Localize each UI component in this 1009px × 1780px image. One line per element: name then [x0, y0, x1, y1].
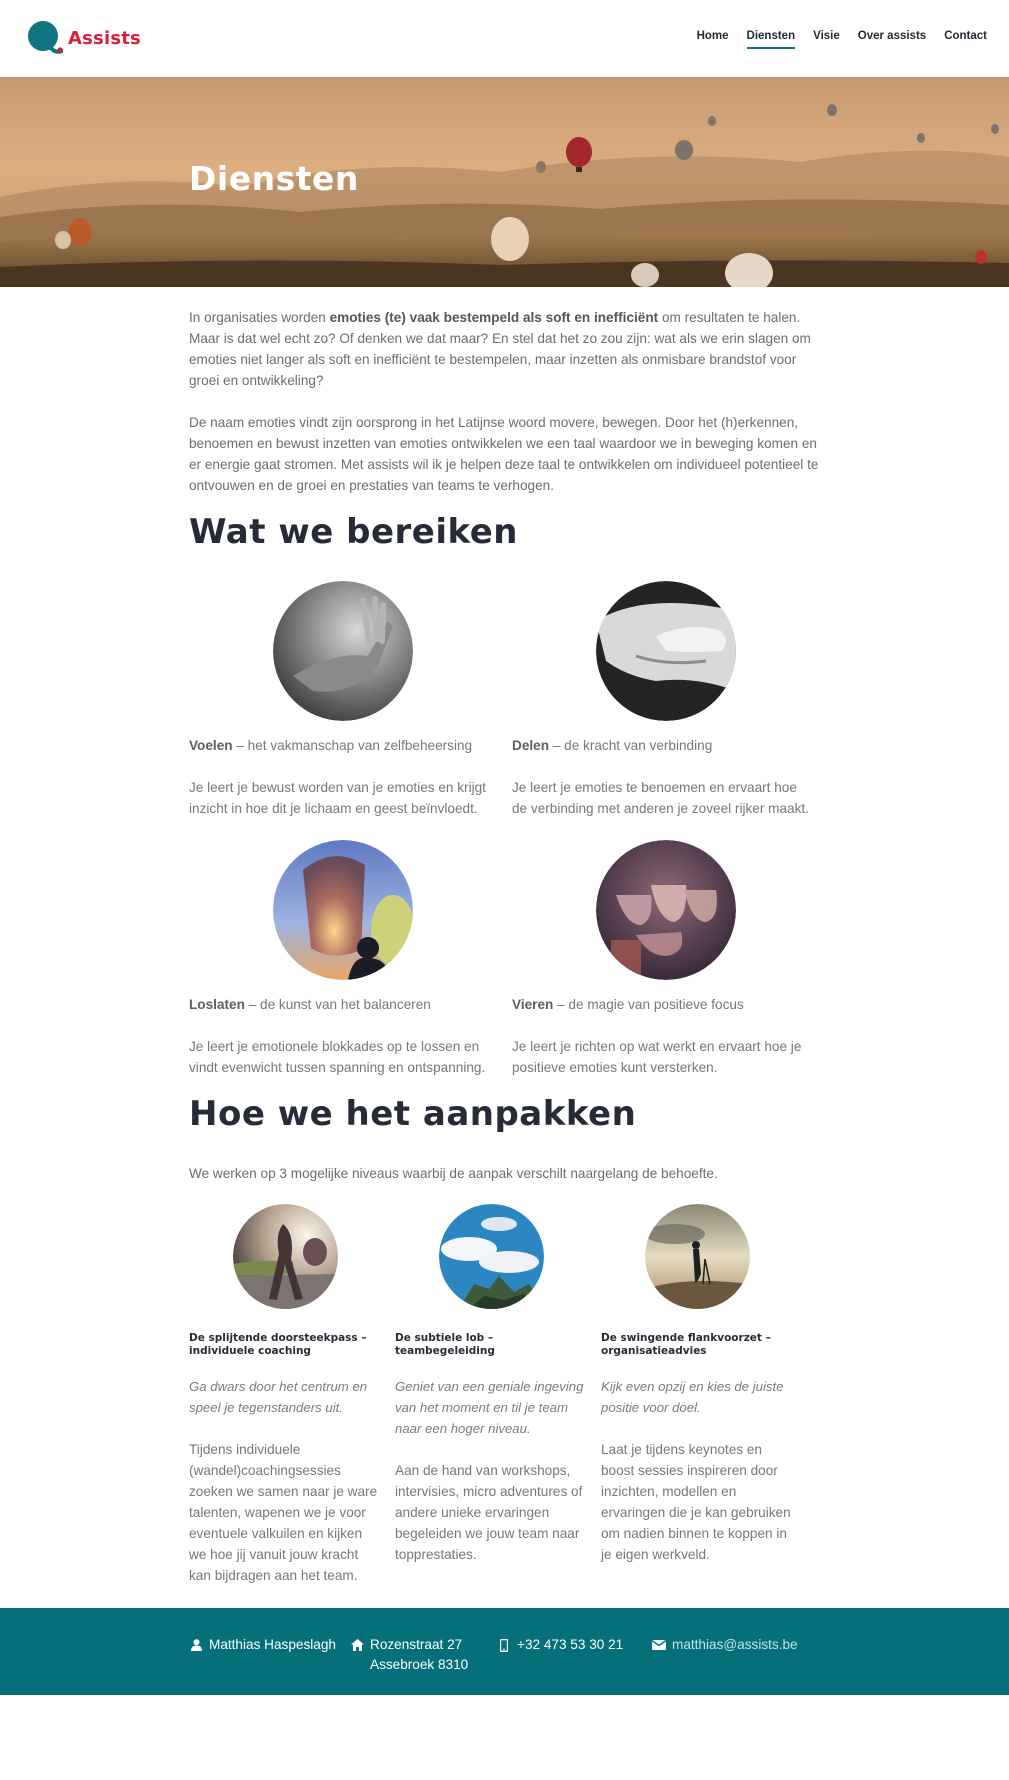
- nav-home[interactable]: Home: [697, 30, 729, 49]
- hero-balloons-image: [0, 77, 1009, 287]
- user-icon: [189, 1638, 203, 1652]
- footer-address: Rozenstraat 27 Assebroek 8310: [350, 1635, 468, 1675]
- level-doorsteekpass-quote: Ga dwars door het centrum en speel je te…: [189, 1379, 368, 1415]
- intro-emphasis: emoties (te) vaak bestempeld als soft en…: [329, 310, 659, 325]
- nav-over-assists[interactable]: Over assists: [858, 30, 926, 49]
- mobile-icon: [497, 1638, 511, 1652]
- feature-loslaten-desc: Je leert je emotionele blokkades op te l…: [189, 1039, 486, 1075]
- footer-phone[interactable]: +32 473 53 30 21: [497, 1635, 623, 1655]
- footer-email[interactable]: matthias@assists.be: [652, 1635, 798, 1655]
- level-lob-title: De subtiele lob – teambegeleiding: [395, 1332, 495, 1357]
- section-heading-hoe-we-het-aanpakken: Hoe we het aanpakken: [189, 1094, 637, 1134]
- walking-person-photo: [233, 1204, 338, 1309]
- hero-banner: Diensten: [0, 77, 1009, 287]
- level-lob-quote: Geniet van een geniale ingeving van het …: [395, 1379, 584, 1436]
- intro-paragraph-2: De naam emoties vindt zijn oorsprong in …: [189, 415, 819, 493]
- main-nav: Home Diensten Visie Over assists Contact: [697, 30, 987, 49]
- page-title: Diensten: [189, 159, 359, 198]
- logo[interactable]: Assists: [27, 20, 141, 56]
- feature-voelen-desc: Je leert je bewust worden van je emoties…: [189, 780, 486, 816]
- feature-vieren-desc: Je leert je richten op wat werkt en erva…: [512, 1039, 802, 1075]
- site-header: Assists Home Diensten Visie Over assists…: [0, 0, 1009, 77]
- nav-contact[interactable]: Contact: [944, 30, 987, 49]
- feature-delen-name: Delen: [512, 738, 550, 753]
- footer-address-line2: Assebroek 8310: [370, 1657, 469, 1672]
- section-heading-wat-we-bereiken: Wat we bereiken: [189, 512, 518, 552]
- level-doorsteekpass-desc: Tijdens individuele (wandel)coachingsess…: [189, 1442, 378, 1583]
- feature-voelen-name: Voelen: [189, 738, 233, 753]
- logo-icon: [28, 21, 63, 54]
- feature-loslaten-name: Loslaten: [189, 997, 245, 1012]
- feature-vieren-name: Vieren: [512, 997, 554, 1012]
- footer-address-line1: Rozenstraat 27: [370, 1637, 463, 1652]
- footer-contact-name: Matthias Haspeslagh: [189, 1635, 336, 1655]
- nav-diensten[interactable]: Diensten: [746, 30, 796, 49]
- home-icon: [350, 1638, 364, 1652]
- nav-visie[interactable]: Visie: [813, 30, 840, 49]
- level-doorsteekpass-title: De splijtende doorsteekpass – individuel…: [189, 1332, 367, 1357]
- wine-toast-photo: [596, 840, 736, 980]
- level-flankvoorzet-desc: Laat je tijdens keynotes en boost sessie…: [601, 1442, 791, 1562]
- sky-lantern-photo: [273, 840, 413, 980]
- intro-section: In organisaties worden emoties (te) vaak…: [189, 307, 821, 496]
- level-flankvoorzet-title: De swingende flankvoorzet – organisatiea…: [601, 1332, 771, 1357]
- hands-baby-photo: [596, 581, 736, 721]
- sky-clouds-photo: [439, 1204, 544, 1309]
- section2-intro: We werken op 3 mogelijke niveaus waarbij…: [189, 1166, 718, 1181]
- photographer-hill-photo: [645, 1204, 750, 1309]
- level-lob-desc: Aan de hand van workshops, intervisies, …: [395, 1463, 583, 1562]
- feature-delen-desc: Je leert je emoties te benoemen en ervaa…: [512, 780, 809, 816]
- hand-water-photo: [273, 581, 413, 721]
- envelope-icon: [652, 1638, 666, 1652]
- site-footer: Matthias Haspeslagh Rozenstraat 27 Asseb…: [0, 1608, 1009, 1695]
- level-flankvoorzet-quote: Kijk even opzij en kies de juiste positi…: [601, 1379, 784, 1415]
- intro-paragraph-1: In organisaties worden emoties (te) vaak…: [189, 310, 811, 388]
- brand-name: Assists: [68, 27, 141, 49]
